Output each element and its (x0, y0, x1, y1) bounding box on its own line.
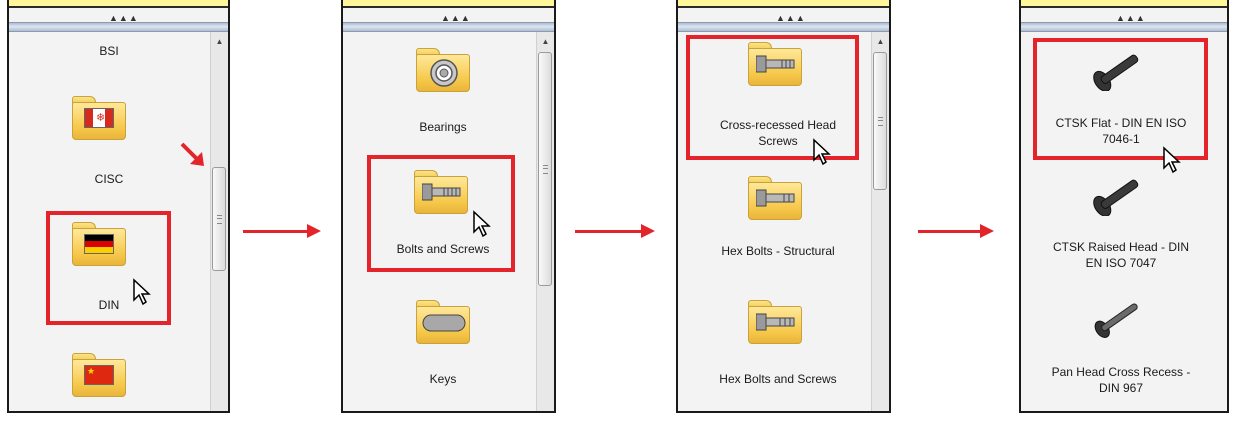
right-arrow-icon (243, 230, 309, 233)
highlight-box-din (46, 211, 171, 325)
right-arrow-head (307, 224, 321, 238)
splitter-grip-icon[interactable]: ▲▲▲ (441, 14, 470, 23)
folder-icon (416, 300, 472, 346)
folder-item-bearings[interactable]: Bearings (393, 48, 493, 138)
panel-splitter[interactable] (1021, 22, 1227, 32)
folder-item-hex-bolts-structural[interactable]: Hex Bolts - Structural (698, 176, 858, 266)
panel-splitter[interactable] (9, 22, 228, 32)
panel-header-bar (9, 0, 228, 8)
folder-icon (748, 300, 804, 346)
scroll-up-arrow-icon[interactable]: ▲ (211, 34, 228, 50)
panel-splitter[interactable] (678, 22, 889, 32)
folder-item-cisc[interactable]: ❄ CISC (69, 96, 149, 186)
mouse-cursor-icon (133, 278, 151, 306)
canada-flag-icon: ❄ (84, 108, 114, 128)
vertical-scrollbar[interactable]: ▲ (536, 32, 554, 411)
part-label-line2: DIN 967 (1098, 381, 1144, 395)
part-label-line2: EN ISO 7047 (1085, 256, 1157, 270)
scroll-thumb[interactable] (538, 52, 552, 286)
pointer-arrow-icon (180, 142, 204, 166)
folder-icon (416, 48, 472, 94)
folder-label: Hex Bolts - Structural (721, 244, 835, 258)
right-arrow-icon (918, 230, 982, 233)
splitter-grip-icon[interactable]: ▲▲▲ (109, 14, 138, 23)
library-panel-standards: ▲▲▲ BSI ❄ CISC DIN ★ ▲ (7, 0, 230, 413)
folder-item-china[interactable]: ★ (69, 353, 149, 411)
part-label-line1: CTSK Raised Head - DIN (1052, 240, 1190, 254)
bolt-icon (756, 313, 795, 331)
folder-label: BSI (99, 44, 119, 58)
vertical-scrollbar[interactable]: ▲ (871, 32, 889, 411)
folder-icon: ❄ (72, 96, 126, 140)
highlight-box-ctsk-flat (1033, 38, 1208, 160)
folder-label: Bearings (419, 120, 467, 134)
mouse-cursor-icon (813, 138, 831, 166)
folder-item-bsi[interactable]: BSI (69, 44, 149, 59)
scroll-up-arrow-icon[interactable]: ▲ (872, 34, 889, 50)
key-icon (422, 314, 466, 332)
right-arrow-head (980, 224, 994, 238)
folder-label: Keys (429, 372, 457, 386)
mouse-cursor-icon (473, 210, 491, 238)
right-arrow-icon (575, 230, 643, 233)
china-flag-icon: ★ (84, 365, 114, 385)
bearing-icon (430, 59, 458, 87)
panel-splitter[interactable] (343, 22, 554, 32)
mouse-cursor-icon (1163, 146, 1181, 174)
scroll-thumb[interactable] (212, 167, 226, 271)
folder-icon: ★ (72, 353, 126, 397)
folder-label: CISC (94, 172, 124, 186)
vertical-scrollbar[interactable]: ▲ (210, 32, 228, 411)
scroll-up-arrow-icon[interactable]: ▲ (537, 34, 554, 50)
panel-header-bar (343, 0, 554, 8)
splitter-grip-icon[interactable]: ▲▲▲ (1116, 14, 1145, 23)
splitter-grip-icon[interactable]: ▲▲▲ (776, 14, 805, 23)
part-item-ctsk-raised-head-din-en-iso-7047[interactable]: CTSK Raised Head - DIN EN ISO 7047 (1031, 170, 1211, 280)
bolt-icon (756, 189, 795, 207)
folder-item-keys[interactable]: Keys (393, 300, 493, 390)
screw-icon (1094, 303, 1138, 338)
folder-icon (748, 176, 804, 222)
part-label-line1: Pan Head Cross Recess - (1051, 365, 1191, 379)
panel-header-bar (678, 0, 889, 8)
right-arrow-head (641, 224, 655, 238)
part-item-pan-head-cross-recess-din-967[interactable]: Pan Head Cross Recess - DIN 967 (1031, 293, 1211, 403)
panel-header-bar (1021, 0, 1227, 8)
folder-item-hex-bolts-and-screws[interactable]: Hex Bolts and Screws (698, 300, 858, 390)
folder-label: Hex Bolts and Screws (719, 372, 837, 386)
screw-icon (1093, 179, 1139, 216)
scroll-thumb[interactable] (873, 52, 887, 190)
